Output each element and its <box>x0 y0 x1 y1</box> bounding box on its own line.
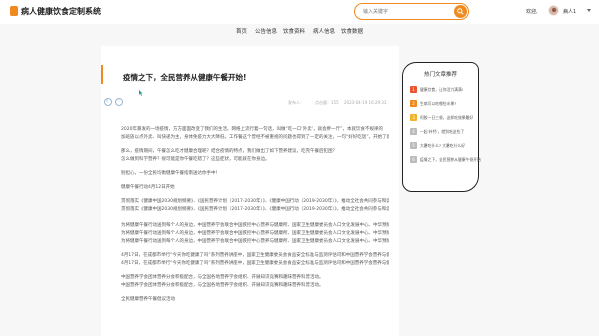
hot-article-item[interactable]: 2 生病可以吃哪些水果? <box>410 99 476 108</box>
click-count: 点击量：155 <box>315 100 339 105</box>
article-paragraph: 贯彻落实《健康中国2030规划纲要》、《国民营养计划（2017-2030年）》、… <box>121 207 389 212</box>
welcome-text: 欢迎, <box>526 9 538 15</box>
publish-time: 2023-04-19 16:29:33 <box>344 100 387 105</box>
publisher-label: 发布人： <box>288 100 304 105</box>
article-paragraph: 那么，疫情期间，午餐怎么吃才健康合理呢？结合疫情的特点，我们做出了如下营养建议，… <box>121 149 337 154</box>
main-nav: 首页 公告信息 饮食资料 病人信息 饮食数据 <box>0 24 599 38</box>
top-header: 病人健康饮食定制系统 欢迎, 病人1 <box>0 0 599 24</box>
hot-article-title[interactable]: 大暑吃什么? 大暑吃什么好 <box>420 143 465 149</box>
like-count: 0 <box>106 99 109 103</box>
like-button[interactable]: 0 <box>104 98 112 106</box>
article-title: 疫情之下，全民营养从健康午餐开始! <box>123 73 247 82</box>
article-paragraph: 为将健康午餐行动送到每个人的身边，中国营养学会联合中国疾控中心营养与健康所、国家… <box>121 223 389 228</box>
hot-articles-sidebar: 热门文章推荐 1 健康饮食，让你活力满满! 2 生病可以吃哪些水果? 3 阿胶一… <box>402 62 481 192</box>
nav-item-notices[interactable]: 公告信息 <box>255 27 277 35</box>
cursor-icon <box>139 90 143 96</box>
hot-article-title[interactable]: 健康饮食，让你活力满满! <box>420 87 463 93</box>
article-meta: 0 ♡ 发布人： 点击量：155 2023-04-19 16:29:33 <box>101 97 399 107</box>
article-paragraph: 加班族以点外卖、叫快递为主，身体免疫力大大降低，工作餐这个曾经不被重视的问题也得… <box>121 135 389 140</box>
site-title[interactable]: 病人健康饮食定制系统 <box>21 6 101 17</box>
hot-article-item[interactable]: 4 一起‘补钙’，就别吃这些了 <box>410 127 476 136</box>
hot-article-item[interactable]: 5 大暑吃什么? 大暑吃什么好 <box>410 141 476 150</box>
nav-item-patient-info[interactable]: 病人信息 <box>313 27 335 35</box>
rank-badge: 2 <box>410 100 417 107</box>
article-paragraph: 全民健康营养午餐倡议活动 <box>121 297 175 302</box>
sidebar-title: 热门文章推荐 <box>424 72 458 78</box>
hot-article-item[interactable]: 6 疫情之下，全民营养从健康午餐开始 <box>410 155 481 164</box>
article-paragraph: 2020年暴发的一场疫情，方方面面改变了我们的生活。网络上流行着一句话，叫做“吃… <box>121 127 383 132</box>
article-paragraph: 别担心，一份全民均衡健康午餐指南送达你手中！ <box>121 171 220 176</box>
hot-article-title[interactable]: 阿胶一日三餐，这样吃效果最好 <box>420 115 473 121</box>
article-paragraph: 为将健康午餐行动送到每个人的身边，中国营养学会联合中国疾控中心营养与健康所、国家… <box>121 239 389 244</box>
nav-item-home[interactable]: 首页 <box>236 27 247 35</box>
username[interactable]: 病人1 <box>563 8 576 15</box>
article-paragraph: 4月17日，在成都市举行“今天你吃健康了吗”系列营养讲座中，国家卫生健康委员会食… <box>121 261 389 266</box>
rank-badge: 5 <box>410 142 417 149</box>
search-input[interactable] <box>363 7 443 17</box>
article-paragraph: 中国营养学会团体营养分会积极配合，与全国各地营养学会组织、开展知识竞赛和趣味营养… <box>121 283 324 288</box>
rank-badge: 1 <box>410 86 417 93</box>
site-logo-icon <box>10 6 18 16</box>
article-paragraph: 为将健康午餐行动送到每个人的身边，中国营养学会联合中国疾控中心营养与健康所、国家… <box>121 231 389 236</box>
article-paragraph: 中国营养学会团体营养分会积极配合，与全国各地营养学会组织、开展知识竞赛和趣味营养… <box>121 275 324 280</box>
article-paragraph: 4月17日，在成都市举行“今天你吃健康了吗”系列营养讲座中，国家卫生健康委员会食… <box>121 253 389 258</box>
article-panel: 疫情之下，全民营养从健康午餐开始! 0 ♡ 发布人： 点击量：155 2023-… <box>101 46 399 336</box>
hot-article-title[interactable]: 一起‘补钙’，就别吃这些了 <box>420 129 464 135</box>
rank-badge: 6 <box>410 156 417 163</box>
article-paragraph: 贯彻落实《健康中国2030规划纲要》、《国民营养计划（2017-2030年）》、… <box>121 199 389 204</box>
avatar[interactable] <box>548 5 559 16</box>
chevron-down-icon[interactable] <box>587 9 591 12</box>
nav-item-diet-data[interactable]: 饮食数据 <box>341 27 363 35</box>
search-icon <box>457 8 464 15</box>
hot-article-title[interactable]: 疫情之下，全民营养从健康午餐开始 <box>420 157 481 163</box>
nav-item-diet-info[interactable]: 饮食资料 <box>283 27 305 35</box>
hot-article-item[interactable]: 3 阿胶一日三餐，这样吃效果最好 <box>410 113 476 122</box>
rank-badge: 3 <box>410 114 417 121</box>
rank-badge: 4 <box>410 128 417 135</box>
article-paragraph: 健康午餐行动4月12日开始 <box>121 185 175 190</box>
favorite-button[interactable]: ♡ <box>115 98 123 106</box>
hot-article-title[interactable]: 生病可以吃哪些水果? <box>420 101 456 107</box>
search-box <box>354 3 469 20</box>
heart-icon: ♡ <box>117 99 121 103</box>
search-button[interactable] <box>454 5 467 18</box>
hot-article-item[interactable]: 1 健康饮食，让你活力满满! <box>410 85 476 94</box>
article-paragraph: 怎么做到科学营养？很可能是你午餐吃错了？这些症状，可能就在你身边。 <box>121 157 270 162</box>
title-accent-bar <box>101 65 103 84</box>
